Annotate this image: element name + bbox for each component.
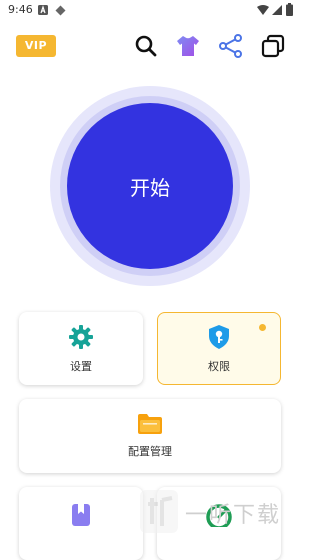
notification-dot — [259, 324, 266, 331]
tshirt-icon[interactable] — [175, 33, 201, 59]
shield-key-icon — [209, 324, 229, 349]
start-button-label: 开始 — [130, 175, 170, 200]
bookmark-book-icon — [72, 504, 90, 526]
notification-diamond-icon — [55, 5, 66, 16]
config-management-card-label: 配置管理 — [128, 445, 172, 458]
copy-windows-icon[interactable] — [260, 33, 286, 59]
battery-icon — [286, 3, 293, 16]
permissions-card-label: 权限 — [208, 359, 230, 373]
permissions-card[interactable]: 权限 — [157, 312, 281, 385]
notification-a-icon — [38, 5, 48, 15]
config-management-card[interactable]: 配置管理 — [19, 399, 281, 473]
settings-gear-icon — [69, 324, 93, 349]
settings-card[interactable]: 设置 — [19, 312, 143, 385]
vip-badge[interactable]: VIP — [16, 35, 56, 57]
bookmark-card[interactable] — [19, 487, 143, 560]
settings-card-label: 设置 — [70, 359, 92, 373]
signal-icon — [272, 5, 282, 15]
status-bar: 9:46 — [0, 0, 300, 22]
watermark-text: 一听下载 — [185, 503, 282, 528]
wifi-icon — [257, 5, 269, 15]
start-button[interactable]: 开始 — [67, 103, 233, 269]
status-time: 9:46 — [8, 3, 33, 16]
share-icon[interactable] — [218, 33, 244, 59]
search-icon[interactable] — [133, 33, 159, 59]
folder-icon — [138, 414, 162, 434]
